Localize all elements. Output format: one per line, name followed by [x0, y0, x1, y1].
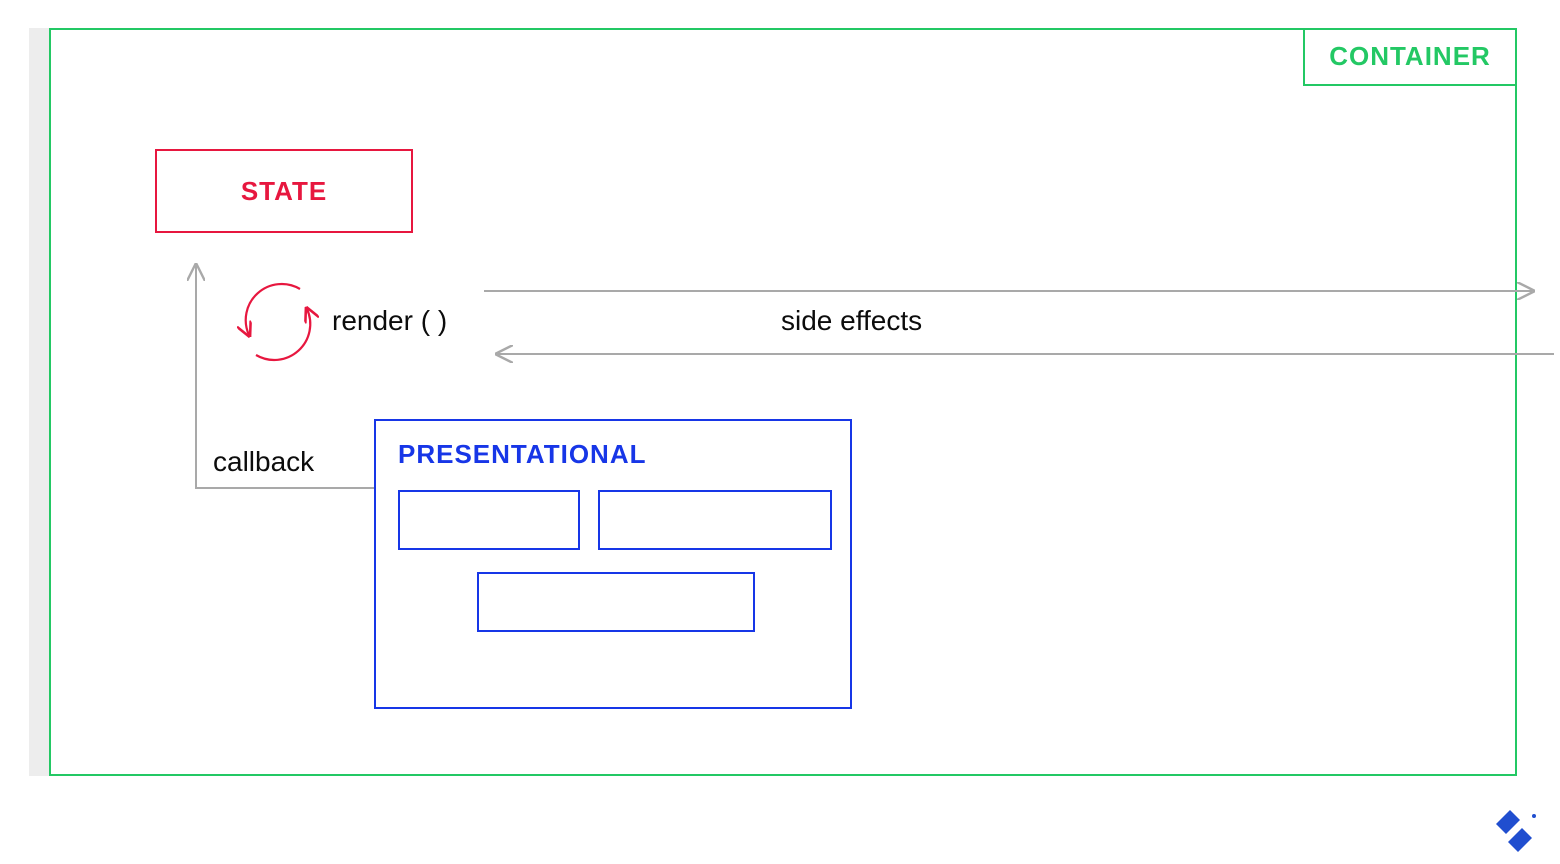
render-label: render ( ): [332, 305, 447, 337]
presentational-child-box: [477, 572, 755, 632]
state-box: STATE: [155, 149, 413, 233]
callback-label: callback: [213, 446, 314, 478]
presentational-box: PRESENTATIONAL: [374, 419, 852, 709]
presentational-row-1: [398, 490, 850, 550]
toptal-logo-icon: [1496, 808, 1536, 856]
side-effects-label: side effects: [781, 305, 922, 337]
presentational-child-box: [598, 490, 832, 550]
container-label: CONTAINER: [1303, 28, 1517, 86]
presentational-row-2: [398, 572, 834, 632]
presentational-child-box: [398, 490, 580, 550]
scroll-gutter: [29, 28, 49, 776]
presentational-label: PRESENTATIONAL: [398, 439, 850, 470]
